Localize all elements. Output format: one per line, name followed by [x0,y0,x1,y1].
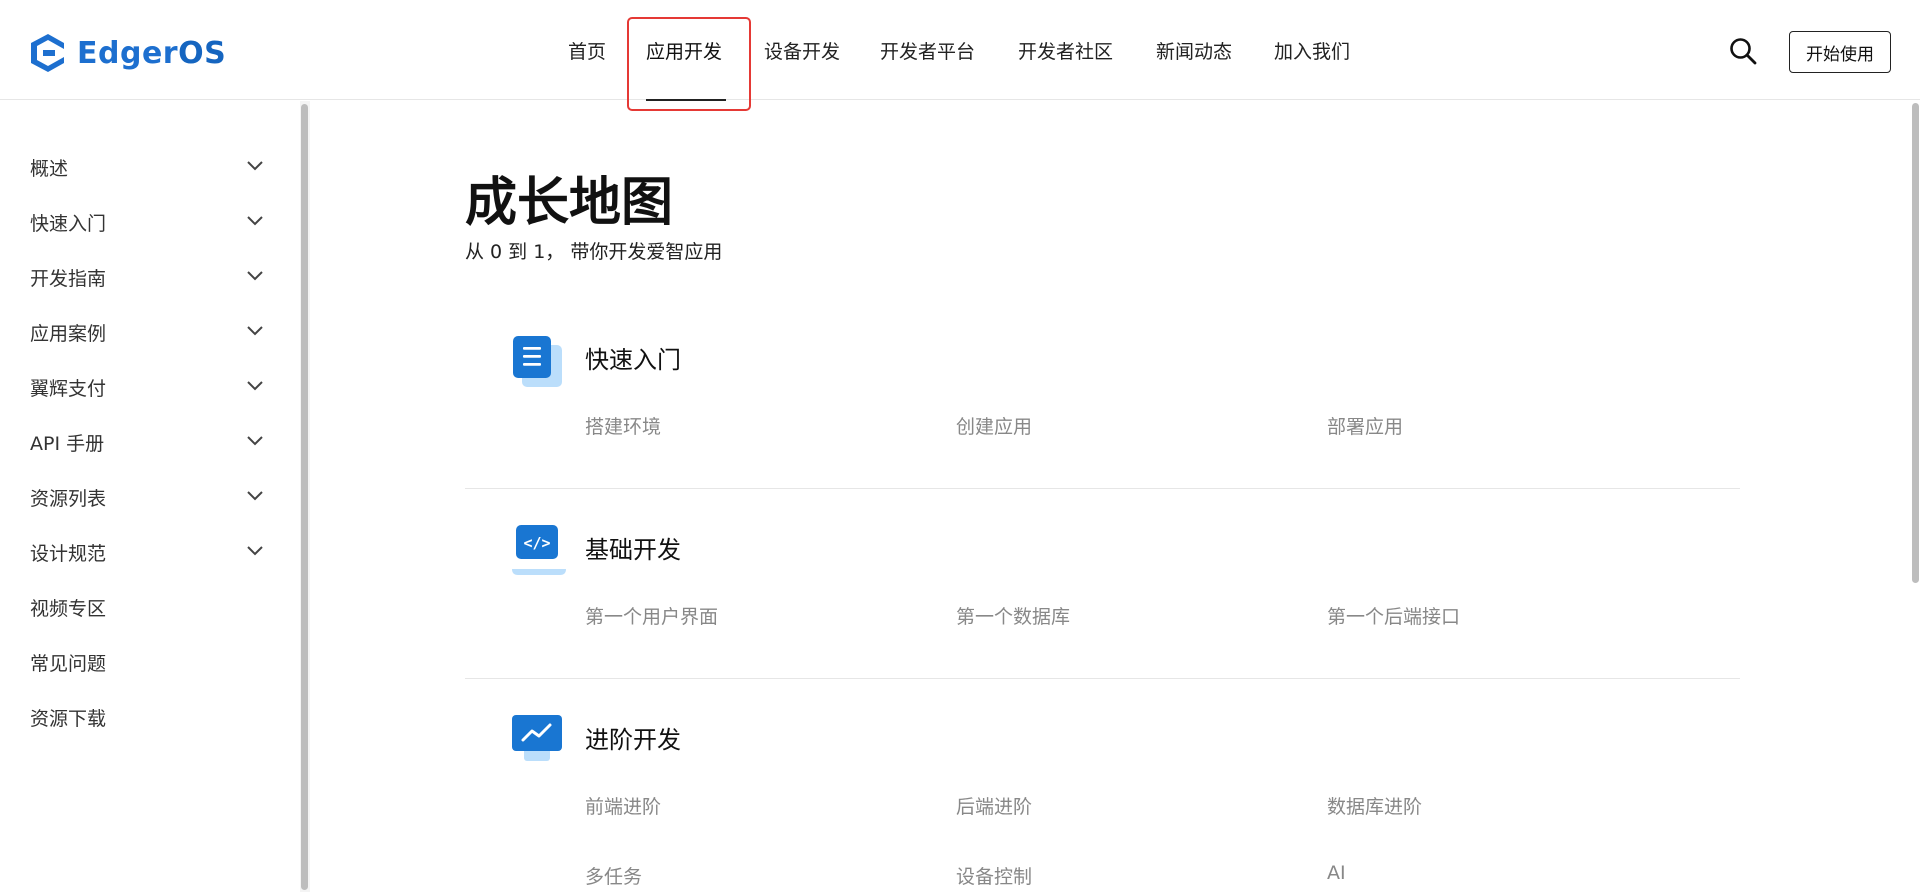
top-header: EdgerOS 首页 应用开发 设备开发 开发者平台 开发者社区 新闻动态 加入… [0,0,1920,101]
link-device-control[interactable]: 设备控制 [956,862,1032,889]
chevron-down-icon [247,546,263,556]
chevron-down-icon [247,216,263,226]
sidebar-item-dev-guide[interactable]: 开发指南 [30,256,270,296]
sidebar-item-design-spec[interactable]: 设计规范 [30,531,270,571]
nav-item-app-dev[interactable]: 应用开发 [646,37,722,64]
link-first-database[interactable]: 第一个数据库 [956,602,1070,629]
link-first-backend-api[interactable]: 第一个后端接口 [1327,602,1460,629]
sidebar-item-label: 应用案例 [30,323,107,345]
sidebar-item-payment[interactable]: 翼辉支付 [30,366,270,406]
document-icon [513,336,562,387]
link-backend-advanced[interactable]: 后端进阶 [956,792,1032,819]
search-icon [1730,38,1757,65]
nav-item-dev-platform[interactable]: 开发者平台 [880,37,975,64]
page-title: 成长地图 [465,173,674,233]
sidebar-item-api-manual[interactable]: API 手册 [30,421,270,461]
sidebar-item-label: 开发指南 [30,268,107,290]
start-using-button[interactable]: 开始使用 [1789,31,1891,73]
active-nav-underline [646,99,726,101]
nav-item-device-dev[interactable]: 设备开发 [764,37,840,64]
nav-item-news[interactable]: 新闻动态 [1156,37,1232,64]
sidebar-item-label: 视频专区 [30,598,107,620]
section-divider [465,678,1740,679]
nav-item-home[interactable]: 首页 [568,37,606,64]
sidebar-item-label: API 手册 [30,433,105,455]
section-title: 进阶开发 [585,726,681,754]
sidebar-scrollbar[interactable] [301,104,308,890]
section-title: 快速入门 [585,346,681,374]
page-subtitle: 从 0 到 1， 带你开发爱智应用 [465,241,723,263]
chevron-down-icon [247,491,263,501]
link-frontend-advanced[interactable]: 前端进阶 [585,792,661,819]
sidebar-item-overview[interactable]: 概述 [30,146,270,186]
chevron-down-icon [247,161,263,171]
nav-item-dev-community[interactable]: 开发者社区 [1018,37,1113,64]
sidebar-item-resource-list[interactable]: 资源列表 [30,476,270,516]
sidebar-item-downloads[interactable]: 资源下载 [30,696,270,736]
sidebar: 概述 快速入门 开发指南 应用案例 翼辉支付 API 手册 资源列表 设计规范 … [0,101,310,892]
link-multitask[interactable]: 多任务 [585,862,642,889]
chevron-down-icon [247,381,263,391]
link-setup-env[interactable]: 搭建环境 [585,412,661,439]
page-scrollbar[interactable] [1912,103,1919,583]
chevron-down-icon [247,436,263,446]
chevron-down-icon [247,271,263,281]
sidebar-item-label: 概述 [30,158,69,180]
nav-item-join-us[interactable]: 加入我们 [1274,37,1350,64]
code-icon: </> [512,525,566,575]
edgeros-logo[interactable]: EdgerOS [29,32,226,74]
sidebar-item-label: 快速入门 [30,213,107,235]
search-button[interactable] [1728,36,1758,66]
section-quick-start: 快速入门 搭建环境 创建应用 部署应用 [465,330,1740,480]
sidebar-item-app-cases[interactable]: 应用案例 [30,311,270,351]
sidebar-item-label: 资源下载 [30,708,107,730]
section-title: 基础开发 [585,536,681,564]
link-first-ui[interactable]: 第一个用户界面 [585,602,718,629]
sidebar-item-faq[interactable]: 常见问题 [30,641,270,681]
link-ai[interactable]: AI [1327,862,1346,884]
section-divider [465,488,1740,489]
link-deploy-app[interactable]: 部署应用 [1327,412,1403,439]
sidebar-item-label: 常见问题 [30,653,107,675]
chevron-down-icon [247,326,263,336]
section-advanced-dev: 进阶开发 前端进阶 后端进阶 数据库进阶 多任务 设备控制 AI [465,710,1740,892]
svg-text:</>: </> [523,534,550,552]
sidebar-item-label: 翼辉支付 [30,378,107,400]
sidebar-item-quick-start[interactable]: 快速入门 [30,201,270,241]
section-basic-dev: </> 基础开发 第一个用户界面 第一个数据库 第一个后端接口 [465,520,1740,670]
chart-monitor-icon [512,715,562,761]
link-create-app[interactable]: 创建应用 [956,412,1032,439]
edgeros-logo-icon [31,34,64,72]
link-database-advanced[interactable]: 数据库进阶 [1327,792,1422,819]
sidebar-item-label: 设计规范 [30,543,107,565]
logo-text: EdgerOS [77,35,227,71]
sidebar-item-videos[interactable]: 视频专区 [30,586,270,626]
sidebar-item-label: 资源列表 [30,488,107,510]
